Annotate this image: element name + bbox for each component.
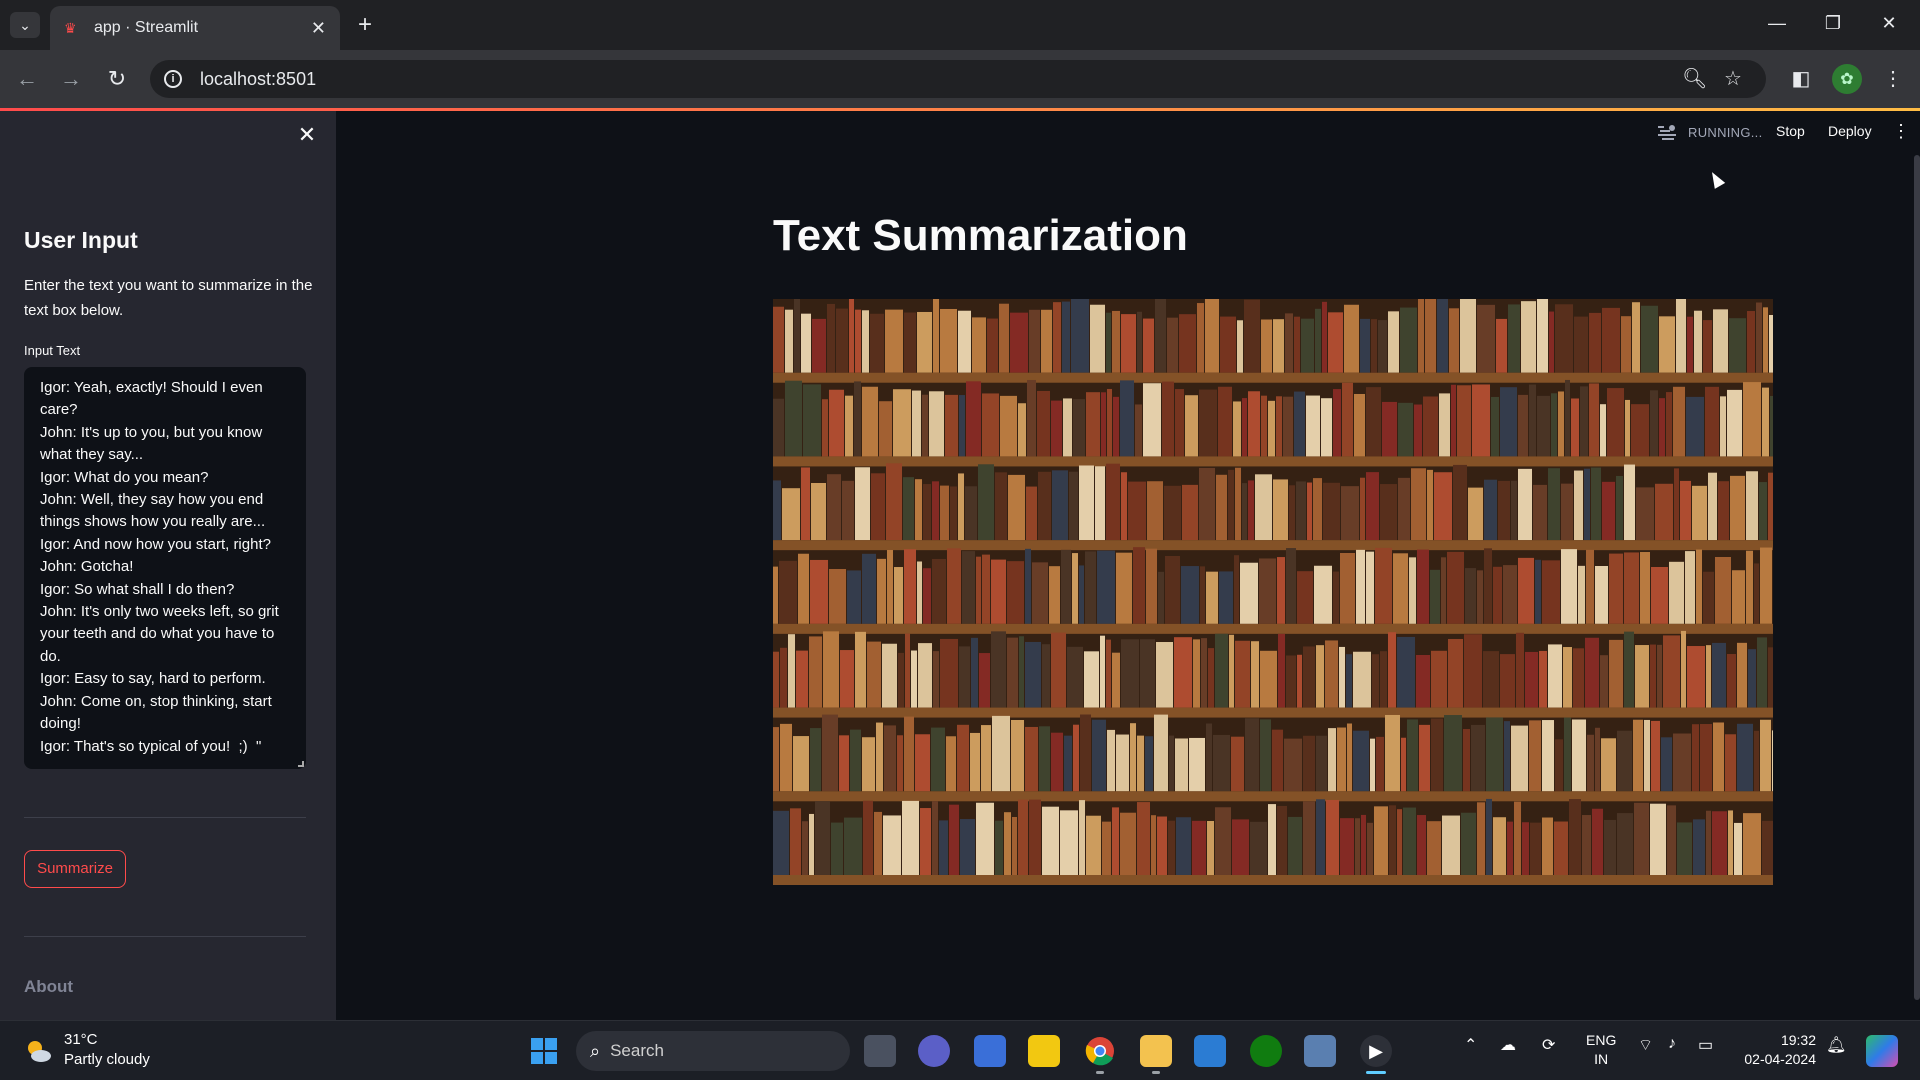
sidebar-description: Enter the text you want to summarize in … — [24, 277, 313, 319]
tab-search-button[interactable]: ⌄ — [10, 12, 40, 38]
text-line: John: Come on, stop thinking, start — [40, 692, 272, 710]
streamlit-favicon-icon: ♛ — [64, 20, 77, 36]
clock-time: 19:32 — [1780, 1032, 1816, 1048]
region-code: IN — [1594, 1051, 1609, 1067]
text-line: what they say... — [40, 446, 144, 464]
side-panel-icon[interactable]: ◧ — [1786, 64, 1816, 94]
reload-button[interactable]: ↻ — [102, 64, 132, 94]
text-line: John: Gotcha! — [40, 558, 134, 576]
bookshelf-image — [773, 299, 1773, 885]
media-player-icon[interactable]: ▶ — [1360, 1035, 1392, 1067]
browser-tab[interactable]: ♛ app · Streamlit ✕ — [50, 6, 340, 50]
forward-button[interactable]: → — [56, 64, 86, 94]
page-title: Text Summarization — [773, 211, 1188, 260]
weather-condition: Partly cloudy — [64, 1051, 150, 1068]
show-hidden-icons-icon[interactable]: ⌃ — [1464, 1035, 1477, 1055]
text-line: doing! — [40, 715, 81, 733]
text-line: Igor: And now how you start, right? — [40, 535, 271, 553]
text-line: your teeth and do what you have to — [40, 625, 275, 643]
main-content: RUNNING... Stop Deploy ⋮ Text Summarizat… — [336, 111, 1920, 1020]
extension-icon: ✿ — [1840, 71, 1854, 88]
weather-temperature: 31°C — [64, 1031, 98, 1048]
microsoft-store-icon[interactable] — [974, 1035, 1006, 1067]
battery-icon[interactable]: ▭ — [1698, 1035, 1713, 1055]
partly-cloudy-icon — [28, 1041, 51, 1062]
chevron-down-icon: ⌄ — [19, 16, 31, 33]
taskbar-search[interactable]: ⌕ Search — [576, 1031, 850, 1071]
onedrive-icon[interactable]: ☁ — [1500, 1035, 1516, 1055]
browser-menu-icon[interactable]: ⋮ — [1878, 64, 1908, 94]
profile-avatar[interactable]: ✿ — [1832, 64, 1862, 94]
sidebar-divider — [24, 936, 306, 937]
text-line: John: It's up to you, but you know — [40, 423, 263, 441]
summarize-button[interactable]: Summarize — [24, 850, 126, 888]
bookmark-star-icon[interactable]: ☆ — [1724, 60, 1742, 98]
volume-icon[interactable]: ♪ — [1668, 1035, 1676, 1053]
mail-icon[interactable] — [1194, 1035, 1226, 1067]
chrome-icon[interactable] — [1084, 1035, 1116, 1067]
browser-tabstrip: ⌄ ♛ app · Streamlit ✕ + — ❐ ✕ — [0, 0, 1920, 50]
deploy-button[interactable]: Deploy — [1828, 123, 1872, 139]
text-line: John: It's only two weeks left, so grit — [40, 603, 279, 621]
text-line: Igor: What do you mean? — [40, 468, 209, 486]
clock-date: 02-04-2024 — [1744, 1051, 1816, 1067]
taskbar: 31°C Partly cloudy ⌕ Search ▶ ⌃ ☁ ⟳ ENG … — [0, 1020, 1920, 1080]
wifi-icon[interactable]: ⌔ — [1638, 1035, 1653, 1055]
about-heading: About — [24, 977, 74, 996]
text-line: John: Well, they say how you end — [40, 491, 264, 509]
sidebar: ✕ User Input Enter the text you want to … — [0, 111, 336, 1020]
copilot-icon[interactable] — [1866, 1035, 1898, 1067]
url-text: localhost:8501 — [200, 68, 317, 89]
app-icon[interactable] — [1304, 1035, 1336, 1067]
text-line: Igor: So what shall I do then? — [40, 580, 235, 598]
text-line: Igor: That's so typical of you! ;) " — [40, 737, 262, 755]
file-explorer-icon[interactable] — [1140, 1035, 1172, 1067]
input-text-label: Input Text — [24, 343, 81, 358]
mouse-cursor-icon — [1706, 169, 1726, 189]
main-scrollbar[interactable] — [1914, 155, 1920, 1000]
sidebar-divider — [24, 817, 306, 818]
language-code: ENG — [1586, 1032, 1617, 1048]
running-status-text: RUNNING... — [1688, 125, 1763, 140]
back-button[interactable]: ← — [12, 64, 42, 94]
clock[interactable]: 19:32 02-04-2024 — [1736, 1031, 1816, 1069]
sync-icon[interactable]: ⟳ — [1542, 1035, 1555, 1055]
text-line: do. — [40, 647, 61, 665]
search-icon: ⌕ — [590, 1040, 601, 1061]
browser-navbar: ← → ↻ i localhost:8501 🔍︎ ☆ ◧ ✿ ⋮ — [0, 50, 1920, 108]
sidebar-heading: User Input — [24, 227, 138, 253]
notifications-icon[interactable]: 🔔︎ — [1826, 1035, 1846, 1055]
running-indicator — [1152, 1071, 1160, 1074]
xbox-icon[interactable] — [1250, 1035, 1282, 1067]
new-tab-button[interactable]: + — [350, 10, 380, 40]
language-indicator[interactable]: ENG IN — [1586, 1031, 1616, 1069]
power-bi-icon[interactable] — [1028, 1035, 1060, 1067]
sidebar-close-icon[interactable]: ✕ — [295, 123, 319, 147]
zoom-icon[interactable]: 🔍︎ — [1682, 60, 1707, 98]
active-indicator — [1366, 1071, 1386, 1074]
taskbar-search-label: Search — [610, 1041, 664, 1060]
minimize-button[interactable]: — — [1754, 8, 1800, 38]
resize-handle-icon[interactable] — [298, 761, 304, 767]
stop-button[interactable]: Stop — [1776, 123, 1805, 139]
site-info-icon[interactable]: i — [164, 70, 182, 88]
running-indicator — [1096, 1071, 1104, 1074]
text-line: care? — [40, 401, 78, 419]
teams-chat-icon[interactable] — [918, 1035, 950, 1067]
text-line: Igor: Yeah, exactly! Should I even — [40, 379, 263, 396]
task-view-icon[interactable] — [864, 1035, 896, 1067]
windows-start-icon[interactable] — [528, 1035, 560, 1067]
input-text-area[interactable]: Igor: Yeah, exactly! Should I even care?… — [24, 367, 306, 769]
text-line: Igor: Easy to say, hard to perform. — [40, 670, 266, 688]
close-window-button[interactable]: ✕ — [1866, 8, 1912, 38]
tab-title: app · Streamlit — [94, 19, 199, 36]
text-line: things shows how you really are... — [40, 513, 266, 531]
address-bar[interactable]: i localhost:8501 🔍︎ ☆ — [150, 60, 1766, 98]
restore-button[interactable]: ❐ — [1810, 8, 1856, 38]
tab-close-icon[interactable]: ✕ — [311, 18, 326, 39]
running-status-icon — [1656, 123, 1680, 145]
streamlit-header: RUNNING... Stop Deploy ⋮ — [336, 111, 1920, 155]
main-menu-icon[interactable]: ⋮ — [1892, 121, 1910, 142]
